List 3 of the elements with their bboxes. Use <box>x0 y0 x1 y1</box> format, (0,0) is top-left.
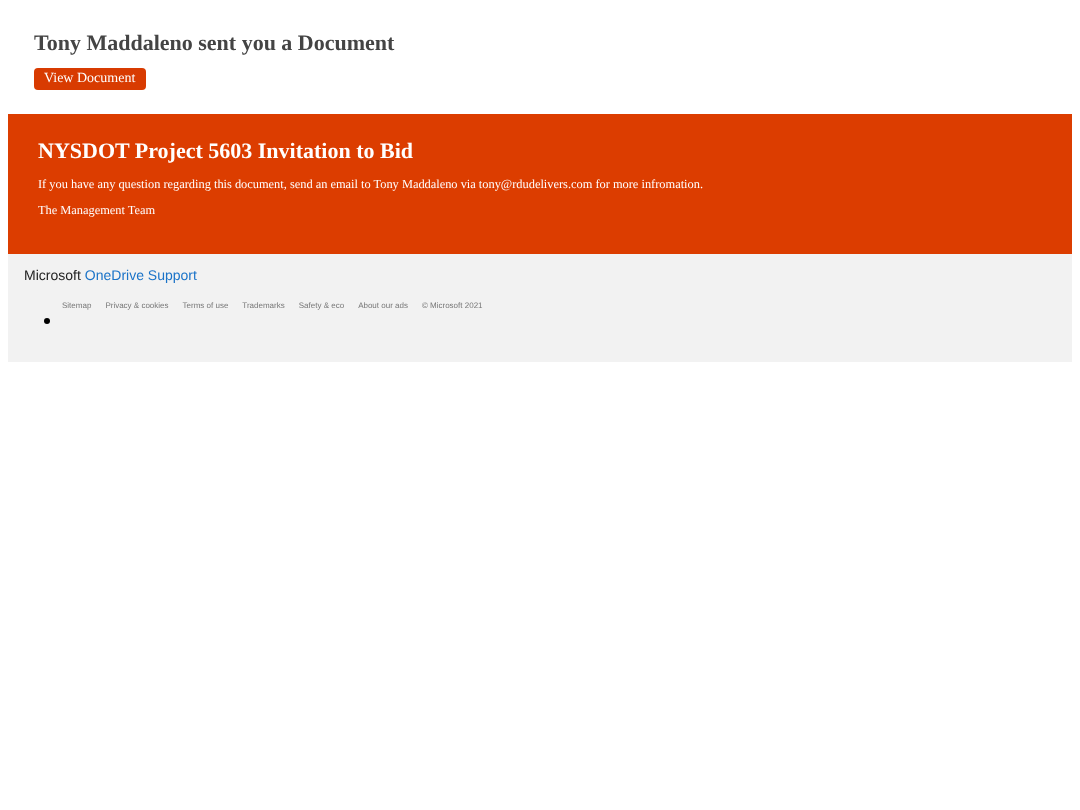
bullet-icon <box>44 318 50 324</box>
sender-heading: Tony Maddaleno sent you a Document <box>34 32 395 56</box>
banner-title: NYSDOT Project 5603 Invitation to Bid <box>38 140 414 164</box>
